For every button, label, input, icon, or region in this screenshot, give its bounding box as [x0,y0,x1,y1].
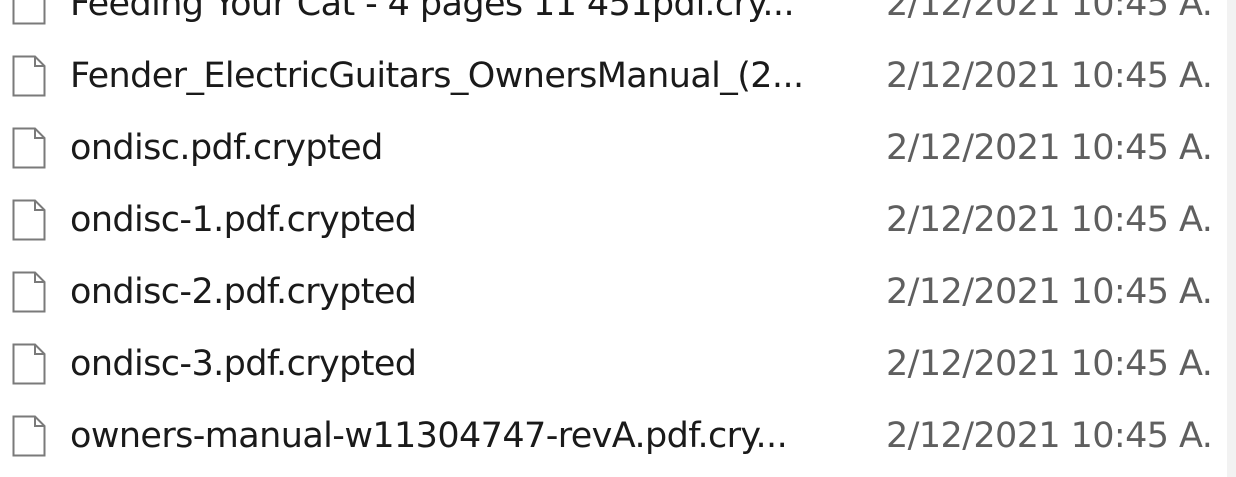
file-name: ondisc-3.pdf.crypted [70,344,417,384]
document-icon [12,271,46,313]
file-date-modified: 2/12/2021 10:45 A. [886,200,1213,240]
document-icon [12,127,46,169]
file-name: ondisc-1.pdf.crypted [70,200,417,240]
document-icon [12,343,46,385]
document-icon [12,199,46,241]
vertical-scrollbar[interactable] [1227,0,1236,477]
file-date-modified: 2/12/2021 10:45 A. [886,56,1213,96]
file-name: ondisc.pdf.crypted [70,128,383,168]
document-icon [12,0,46,25]
file-date-modified: 2/12/2021 10:45 A. [886,0,1213,24]
file-row[interactable]: ondisc-1.pdf.crypted 2/12/2021 10:45 A. [0,183,1236,255]
file-row[interactable]: ondisc-3.pdf.crypted 2/12/2021 10:45 A. [0,327,1236,399]
file-name: owners-manual-w11304747-revA.pdf.cry... [70,416,788,456]
document-icon [12,55,46,97]
file-name: ondisc-2.pdf.crypted [70,272,417,312]
file-row[interactable]: owners-manual-w11304747-revA.pdf.cry... … [0,399,1236,471]
file-date-modified: 2/12/2021 10:45 A. [886,344,1213,384]
file-row[interactable]: ondisc.pdf.crypted 2/12/2021 10:45 A. [0,111,1236,183]
file-date-modified: 2/12/2021 10:45 A. [886,128,1213,168]
file-name: Fender_ElectricGuitars_OwnersManual_(2..… [70,56,804,96]
file-list: Feeding Your Cat - 4 pages 11 451pdf.cry… [0,0,1236,471]
file-name: Feeding Your Cat - 4 pages 11 451pdf.cry… [70,0,795,24]
file-row[interactable]: Feeding Your Cat - 4 pages 11 451pdf.cry… [0,0,1236,39]
file-date-modified: 2/12/2021 10:45 A. [886,272,1213,312]
document-icon [12,415,46,457]
file-date-modified: 2/12/2021 10:45 A. [886,416,1213,456]
file-row[interactable]: Fender_ElectricGuitars_OwnersManual_(2..… [0,39,1236,111]
file-row[interactable]: ondisc-2.pdf.crypted 2/12/2021 10:45 A. [0,255,1236,327]
